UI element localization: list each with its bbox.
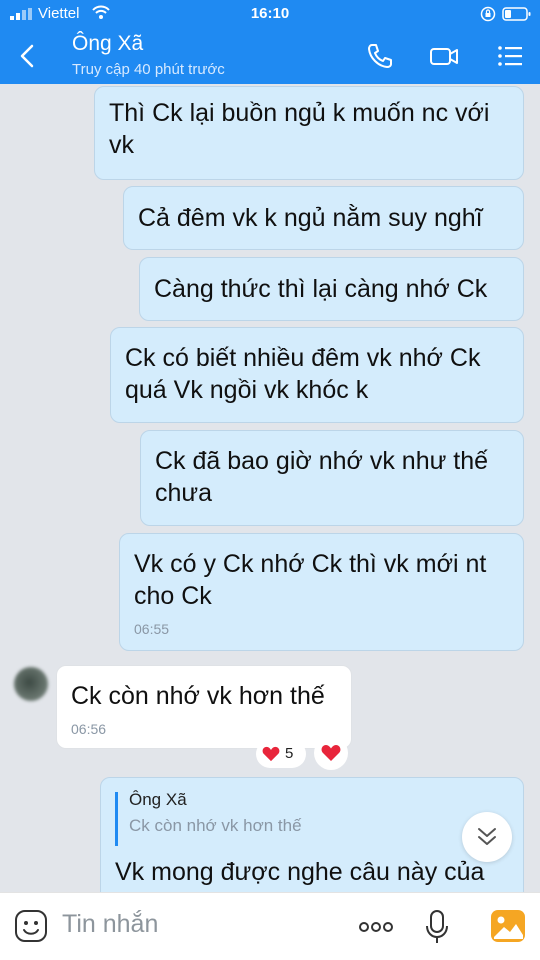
- chevron-down-icon: [478, 828, 496, 845]
- phone-icon[interactable]: [364, 40, 396, 72]
- message-text: chưa: [155, 479, 213, 507]
- chat-header: Ông Xã Truy cập 40 phút trước: [0, 28, 540, 84]
- video-call-icon[interactable]: [428, 40, 460, 72]
- heart-icon: [262, 746, 280, 762]
- clock: 16:10: [250, 5, 290, 22]
- message-bubble-outgoing[interactable]: Thì Ck lại buồn ngủ k muốn nc với vk: [94, 86, 524, 180]
- menu-icon[interactable]: [494, 40, 526, 72]
- message-text: Càng thức thì lại càng nhớ Ck: [154, 275, 488, 303]
- message-bubble-reply[interactable]: Ông Xã Ck còn nhớ vk hơn thế Vk mong đượ…: [100, 777, 524, 892]
- last-seen-status: Truy cập 40 phút trước: [72, 61, 225, 78]
- message-text: quá Vk ngồi vk khóc k: [125, 376, 369, 404]
- message-input[interactable]: Tin nhắn: [62, 910, 158, 939]
- emoji-icon[interactable]: [14, 909, 48, 943]
- reaction-count: 5: [285, 745, 294, 762]
- message-text: Ck còn nhớ vk hơn thế: [71, 682, 325, 710]
- message-bubble-outgoing[interactable]: Ck có biết nhiều đêm vk nhớ Ck quá Vk ng…: [110, 327, 524, 423]
- message-bubble-outgoing[interactable]: Càng thức thì lại càng nhớ Ck: [139, 257, 524, 321]
- message-text: Ck có biết nhiều đêm vk nhớ Ck: [125, 344, 481, 372]
- message-composer: Tin nhắn: [0, 892, 540, 960]
- quoted-text: Ck còn nhớ vk hơn thế: [129, 816, 302, 835]
- scroll-to-bottom-button[interactable]: [462, 812, 512, 862]
- avatar[interactable]: [14, 667, 48, 701]
- message-text: vk: [109, 131, 134, 159]
- image-icon[interactable]: [490, 909, 526, 943]
- message-bubble-outgoing[interactable]: Cả đêm vk k ngủ nằm suy nghĩ: [123, 186, 524, 250]
- rotation-lock-icon: [480, 6, 496, 22]
- more-icon[interactable]: [358, 915, 394, 939]
- quoted-sender: Ông Xã: [129, 790, 187, 809]
- message-bubble-incoming[interactable]: Ck còn nhớ vk hơn thế 06:56: [56, 665, 352, 749]
- quote-bar: [115, 792, 118, 846]
- message-text: Vk mong được nghe câu này của: [115, 858, 485, 886]
- message-text: Cả đêm vk k ngủ nằm suy nghĩ: [138, 204, 483, 232]
- message-bubble-outgoing[interactable]: Vk có y Ck nhớ Ck thì vk mới nt cho Ck 0…: [119, 533, 524, 651]
- contact-name[interactable]: Ông Xã: [72, 32, 143, 56]
- message-text: Thì Ck lại buồn ngủ k muốn nc với: [109, 99, 490, 127]
- message-text: Vk có y Ck nhớ Ck thì vk mới nt: [134, 550, 487, 578]
- message-bubble-outgoing[interactable]: Ck đã bao giờ nhớ vk như thế chưa: [140, 430, 524, 526]
- heart-icon: [321, 745, 341, 761]
- message-text: Ck đã bao giờ nhớ vk như thế: [155, 447, 489, 475]
- message-text: cho Ck: [134, 582, 212, 610]
- status-bar: Viettel 16:10: [0, 0, 540, 28]
- react-button[interactable]: [314, 736, 348, 770]
- battery-icon: [502, 7, 531, 21]
- mic-icon[interactable]: [424, 909, 450, 945]
- message-timestamp: 06:55: [134, 621, 170, 637]
- reaction-summary[interactable]: 5: [256, 740, 306, 768]
- message-timestamp: 06:56: [71, 721, 107, 737]
- back-icon[interactable]: [14, 42, 42, 70]
- message-list[interactable]: Thì Ck lại buồn ngủ k muốn nc với vk Cả …: [0, 84, 540, 892]
